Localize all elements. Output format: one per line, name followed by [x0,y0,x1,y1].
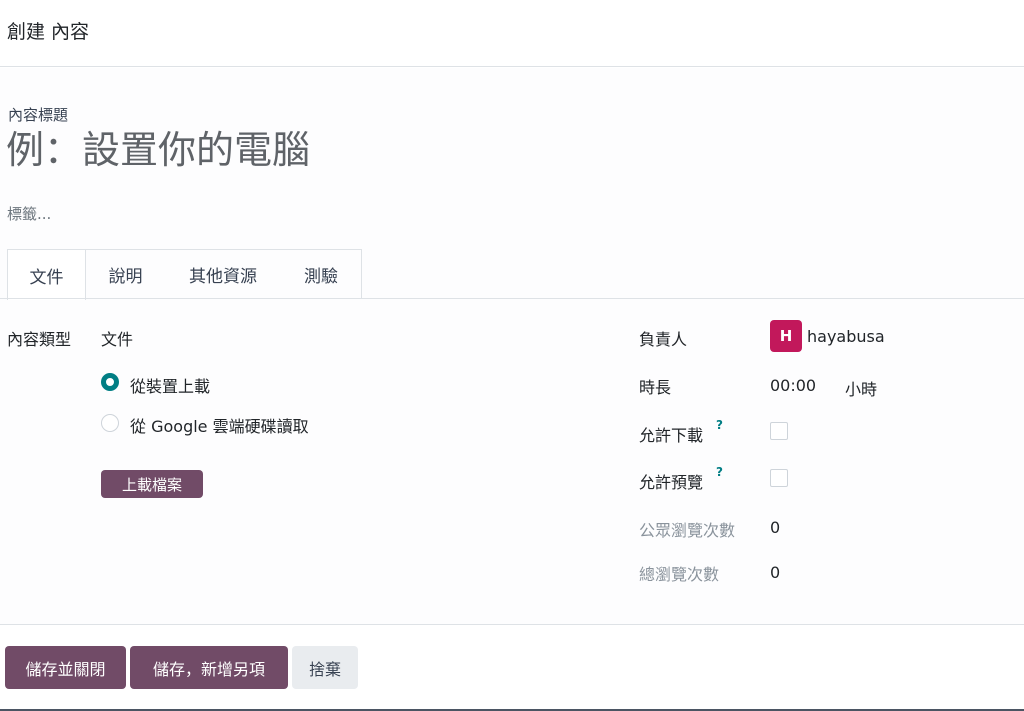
tabs-divider [0,298,1024,299]
content-title-input[interactable] [6,128,706,172]
content-type-value[interactable]: 文件 [101,326,133,350]
duration-label: 時長 [639,378,672,397]
tab-document[interactable]: 文件 [7,249,86,300]
help-icon[interactable]: ? [716,418,723,432]
radio-upload-from-device-label[interactable]: 從裝置上載 [130,373,210,397]
responsible-label: 負責人 [639,330,688,349]
help-icon[interactable]: ? [716,465,723,479]
duration-input[interactable]: 00:00 [770,376,816,395]
public-views-label: 公眾瀏覽次數 [639,521,736,540]
tab-additional-resources[interactable]: 其他資源 [165,249,282,299]
tags-input[interactable] [7,205,307,223]
tab-quiz[interactable]: 測驗 [281,249,362,299]
total-views-label: 總瀏覽次數 [639,565,720,584]
upload-file-button[interactable]: 上載檔案 [101,470,203,498]
allow-download-label: 允許下載 [639,426,704,445]
discard-button[interactable]: 捨棄 [292,646,358,689]
allow-download-checkbox[interactable] [770,422,788,440]
public-views-value: 0 [770,518,781,537]
tab-description[interactable]: 說明 [86,249,166,299]
dialog-header: 創建 內容 [0,0,1024,67]
content-title-label: 內容標題 [8,106,69,124]
allow-preview-label: 允許預覽 [639,473,704,492]
save-new-button[interactable]: 儲存，新增另項 [130,646,288,689]
total-views-value: 0 [770,563,781,582]
content-type-label: 內容類型 [7,330,72,349]
duration-unit: 小時 [845,380,878,399]
allow-preview-checkbox[interactable] [770,469,788,487]
avatar: H [770,320,802,352]
dialog-title: 創建 內容 [7,21,90,43]
radio-google-drive-label[interactable]: 從 Google 雲端硬碟讀取 [130,413,309,437]
responsible-name[interactable]: hayabusa [807,327,885,346]
radio-google-drive[interactable] [101,414,119,432]
save-close-button[interactable]: 儲存並關閉 [5,646,126,689]
dialog-footer: 儲存並關閉 儲存，新增另項 捨棄 [0,624,1024,711]
radio-upload-from-device[interactable] [101,373,119,391]
dialog-body: 內容標題 文件 說明 其他資源 測驗 內容類型 文件 從裝置上載 從 Googl… [0,68,1024,624]
